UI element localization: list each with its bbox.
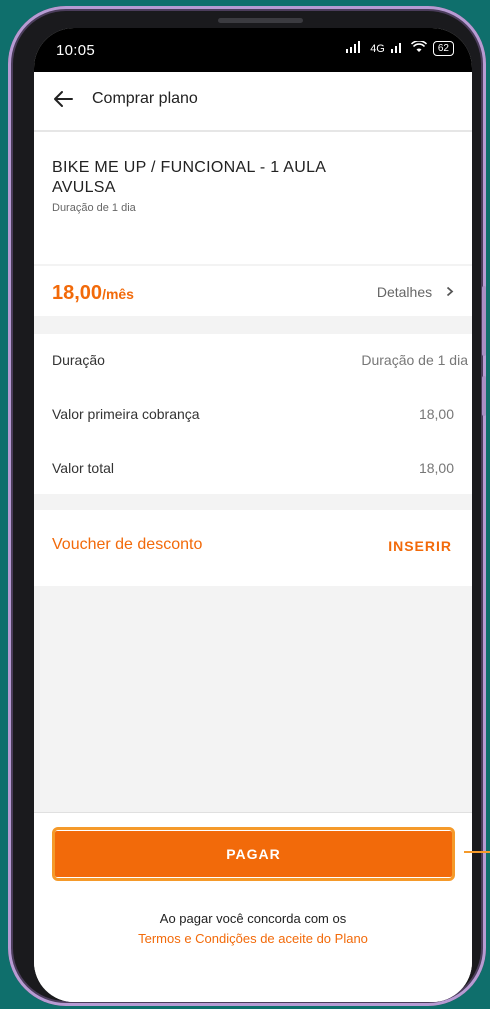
plan-duration: Duração de 1 dia — [52, 202, 136, 214]
summary-row-duration: Duração Duração de 1 dia — [52, 352, 468, 368]
page-title: Comprar plano — [92, 90, 198, 107]
insert-voucher-button[interactable]: INSERIR — [388, 538, 452, 554]
plan-name: BIKE ME UP / FUNCIONAL - 1 AULA AVULSA — [52, 159, 326, 196]
summary-row-total: Valor total 18,00 — [52, 460, 454, 476]
summary-label: Valor total — [52, 460, 114, 476]
signal-icon-2 — [390, 41, 405, 56]
signal-icon — [346, 41, 364, 56]
app-bar: Comprar plano — [34, 72, 472, 132]
wifi-icon — [410, 40, 427, 56]
summary-row-first-charge: Valor primeira cobrança 18,00 — [52, 406, 454, 422]
network-type: 4G — [370, 42, 385, 55]
checkout-footer: PAGAR Ao pagar você concorda com os Term… — [34, 812, 472, 1002]
pay-button[interactable]: PAGAR — [55, 831, 452, 877]
summary-value: 18,00 — [418, 406, 454, 422]
pointer-line — [464, 851, 490, 853]
summary-value: 18,00 — [418, 460, 454, 476]
price-card: 18,00/mês Detalhes — [34, 266, 472, 316]
summary-card: Duração Duração de 1 dia Valor primeira … — [34, 334, 472, 494]
summary-value: Duração de 1 dia — [361, 352, 468, 368]
price-suffix: /mês — [102, 286, 134, 302]
back-arrow-icon[interactable] — [52, 88, 74, 110]
plan-card: BIKE ME UP / FUNCIONAL - 1 AULA AVULSA D… — [34, 132, 472, 264]
phone-frame: 10:05 4G 62 Comprar plano BIKE ME UP / F… — [8, 6, 486, 1006]
status-bar: 10:05 4G 62 — [34, 28, 472, 72]
power-button — [482, 376, 486, 416]
details-label: Detalhes — [376, 284, 433, 300]
status-time: 10:05 — [56, 42, 96, 59]
price: 18,00/mês — [52, 282, 134, 305]
summary-label: Duração — [52, 352, 105, 368]
terms-link[interactable]: Termos e Condições de aceite do Plano — [34, 931, 472, 946]
status-icons: 4G 62 — [346, 40, 454, 56]
speaker-grille — [218, 18, 303, 23]
chevron-right-icon — [446, 284, 454, 300]
screen: 10:05 4G 62 Comprar plano BIKE ME UP / F… — [34, 28, 472, 1002]
voucher-card: Voucher de desconto INSERIR — [34, 510, 472, 586]
details-link[interactable]: Detalhes — [377, 284, 454, 300]
summary-label: Valor primeira cobrança — [52, 406, 200, 422]
voucher-label: Voucher de desconto — [52, 536, 203, 553]
price-amount: 18,00 — [52, 282, 103, 304]
volume-button — [482, 286, 486, 356]
agree-text: Ao pagar você concorda com os — [159, 911, 347, 926]
battery-icon: 62 — [432, 41, 454, 56]
